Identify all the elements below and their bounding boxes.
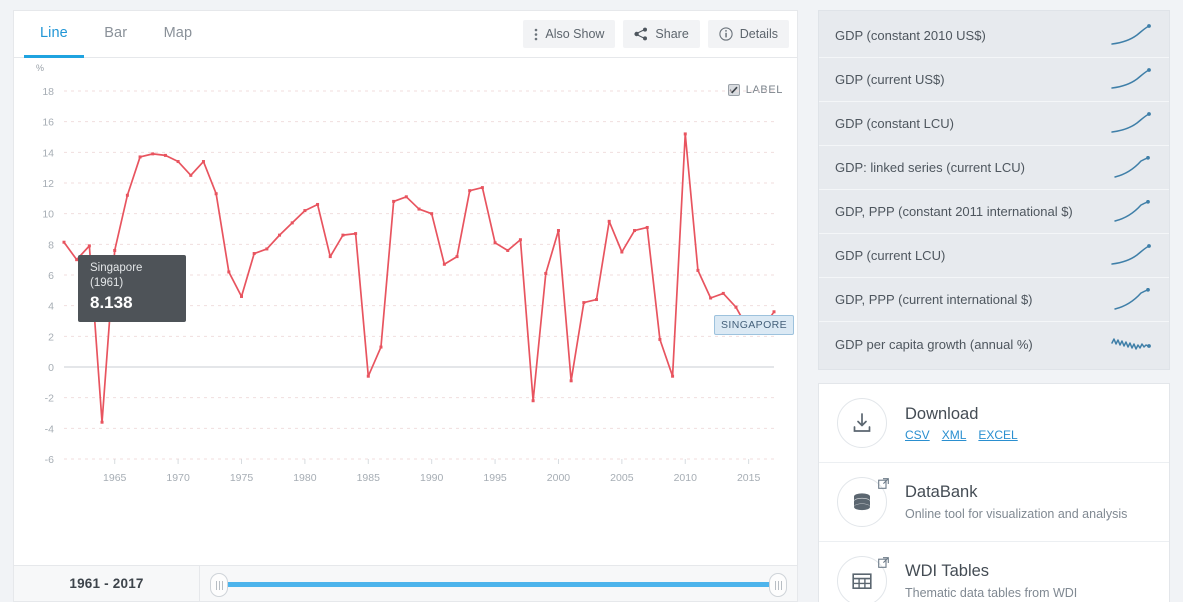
indicator-label: GDP (current US$) [835,72,945,87]
svg-text:1965: 1965 [103,472,127,484]
svg-text:2005: 2005 [610,472,634,484]
indicator-label: GDP, PPP (constant 2011 international $) [835,204,1073,219]
sparkline-icon [1111,67,1153,92]
svg-text:12: 12 [42,178,54,190]
tooltip-title: Singapore (1961) [90,262,143,289]
tooltip-value: 8.138 [90,293,133,312]
svg-text:4: 4 [48,301,54,313]
resource-subtitle: Online tool for visualization and analys… [905,506,1128,521]
resource-row[interactable]: DataBank Online tool for visualization an… [819,463,1169,542]
svg-text:2010: 2010 [674,472,698,484]
details-label: Details [739,27,778,41]
svg-text:6: 6 [48,270,54,282]
resource-list: Download CSV XML EXCEL DataBank Online tool f… [818,383,1170,602]
indicator-label: GDP, PPP (current international $) [835,292,1033,307]
svg-text:0: 0 [48,362,54,374]
also-show-button[interactable]: Also Show [523,20,616,48]
database-icon [837,476,889,527]
table-icon [837,555,889,602]
chart-panel: Line Bar Map Also Show Share Details LAB… [13,10,798,565]
details-button[interactable]: Details [707,20,789,48]
external-link-icon [878,555,889,573]
svg-text:1980: 1980 [293,472,317,484]
resource-title: DataBank [905,482,978,501]
tab-line[interactable]: Line [24,11,84,58]
resource-text: DataBank Online tool for visualization an… [905,482,1127,523]
also-show-label: Also Show [545,27,605,41]
sparkline-icon [1111,332,1153,356]
resource-row[interactable]: Download CSV XML EXCEL [819,384,1169,463]
sidebar: GDP (constant 2010 US$) GDP (current US$)… [818,10,1170,602]
share-label: Share [655,27,689,41]
indicator-row[interactable]: GDP (current LCU) [819,234,1169,278]
indicator-label: GDP: linked series (current LCU) [835,160,1025,175]
line-chart: % 18 16 14 12 10 8 6 4 2 0 -2 -4 -6 1965 1970 1975 1980 19… [14,59,797,519]
resource-title: Download [905,405,979,423]
resource-text: WDI Tables Thematic data tables from WDI [905,561,1077,602]
resource-title: WDI Tables [905,561,990,580]
resource-text: Download CSV XML EXCEL [905,404,1018,442]
indicator-row[interactable]: GDP: linked series (current LCU) [819,146,1169,190]
indicator-row[interactable]: GDP, PPP (constant 2011 international $) [819,190,1169,234]
chart-tabbar: Line Bar Map Also Show Share Details [14,11,797,58]
svg-text:2015: 2015 [737,472,761,484]
indicator-row[interactable]: GDP, PPP (current international $) [819,278,1169,322]
sparkline-icon [1111,199,1153,224]
year-range-bar: 1961 - 2017 [13,565,798,602]
download-link-xml[interactable]: XML [942,428,967,442]
kebab-menu-icon [534,28,538,41]
share-icon [634,27,648,41]
sparkline-icon [1111,287,1153,312]
sparkline-icon [1111,155,1153,180]
chart-tooltip: Singapore (1961) 8.138 [78,255,186,322]
svg-text:-2: -2 [45,393,54,405]
download-links: CSV XML EXCEL [905,428,1018,442]
svg-text:-6: -6 [45,454,54,466]
indicator-label: GDP (constant 2010 US$) [835,28,986,43]
share-button[interactable]: Share [623,20,700,48]
svg-text:%: % [36,63,44,73]
range-track-fill [223,582,774,587]
svg-text:2000: 2000 [547,472,571,484]
indicator-row[interactable]: GDP (constant LCU) [819,102,1169,146]
svg-text:1995: 1995 [483,472,507,484]
sparkline-icon [1111,23,1153,48]
series-label-singapore[interactable]: SINGAPORE [714,315,795,335]
indicator-label: GDP (current LCU) [835,248,946,263]
range-handle-start[interactable] [210,573,228,597]
download-icon [837,398,887,448]
download-link-csv[interactable]: CSV [905,428,930,442]
svg-text:10: 10 [42,209,54,221]
svg-text:1970: 1970 [166,472,190,484]
info-icon [719,27,733,41]
download-link-excel[interactable]: EXCEL [978,428,1017,442]
tab-bar[interactable]: Bar [88,11,143,58]
year-range-slider[interactable] [199,565,797,602]
svg-text:1990: 1990 [420,472,444,484]
range-handle-end[interactable] [769,573,787,597]
svg-text:1985: 1985 [357,472,381,484]
resource-subtitle: Thematic data tables from WDI [905,585,1078,600]
svg-text:1975: 1975 [230,472,254,484]
sparkline-icon [1111,111,1153,136]
svg-text:-4: -4 [45,423,54,435]
svg-text:14: 14 [42,147,54,159]
app-root: Line Bar Map Also Show Share Details LAB… [0,0,1183,602]
year-range-label: 1961 - 2017 [69,576,144,591]
svg-text:18: 18 [42,86,54,98]
external-link-icon [878,476,889,494]
svg-text:16: 16 [42,117,54,129]
indicator-row[interactable]: GDP (constant 2010 US$) [819,14,1169,58]
svg-text:2: 2 [48,331,54,343]
svg-text:8: 8 [48,239,54,251]
indicator-row[interactable]: GDP (current US$) [819,58,1169,102]
sparkline-icon [1111,243,1153,268]
resource-row[interactable]: WDI Tables Thematic data tables from WDI [819,542,1169,602]
indicator-list: GDP (constant 2010 US$) GDP (current US$)… [818,10,1170,370]
chart-toolbar: Also Show Share Details [523,20,789,48]
indicator-label: GDP per capita growth (annual %) [835,336,1033,352]
indicator-row[interactable]: GDP per capita growth (annual %) [819,322,1169,366]
tab-map[interactable]: Map [148,11,209,58]
indicator-label: GDP (constant LCU) [835,116,954,131]
